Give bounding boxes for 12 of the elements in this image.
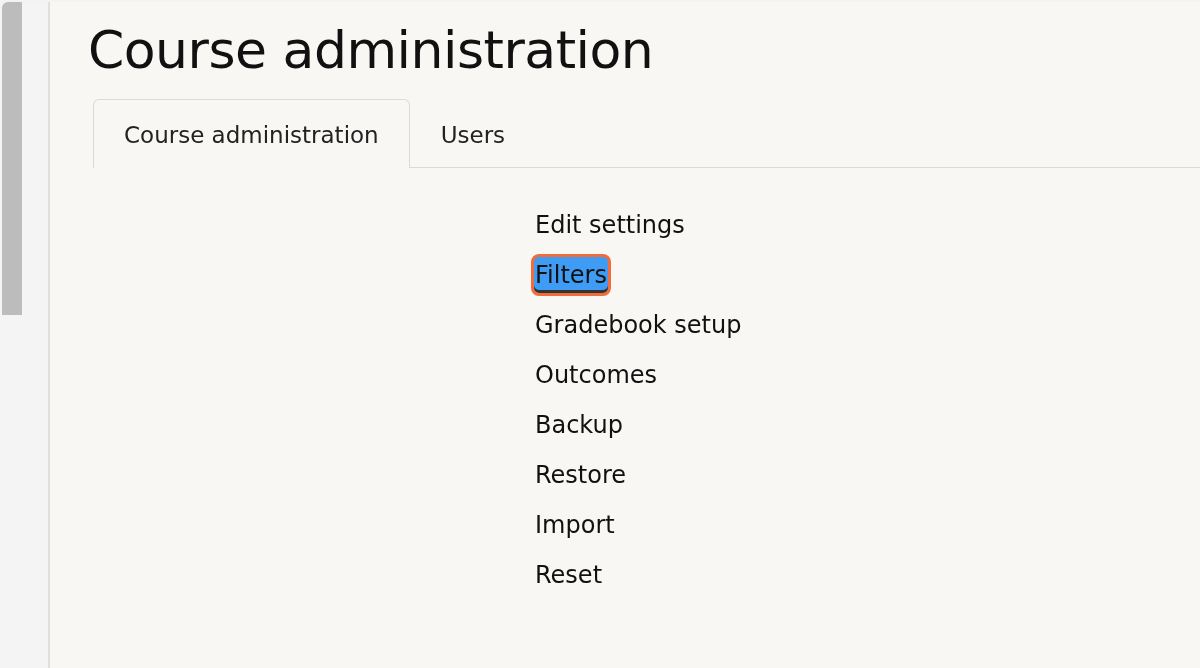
page-title: Course administration: [88, 22, 655, 80]
admin-link[interactable]: Reset: [531, 554, 607, 597]
admin-link[interactable]: Outcomes: [531, 354, 662, 397]
scrollbar[interactable]: [2, 2, 22, 315]
tab[interactable]: Course administration: [93, 99, 410, 169]
tab[interactable]: Users: [409, 99, 537, 169]
admin-link[interactable]: Filters: [531, 254, 611, 297]
admin-link[interactable]: Import: [531, 504, 619, 547]
admin-link[interactable]: Gradebook setup: [531, 304, 746, 347]
admin-link[interactable]: Restore: [531, 454, 631, 497]
admin-link[interactable]: Backup: [531, 404, 627, 447]
admin-link[interactable]: Edit settings: [531, 204, 689, 247]
